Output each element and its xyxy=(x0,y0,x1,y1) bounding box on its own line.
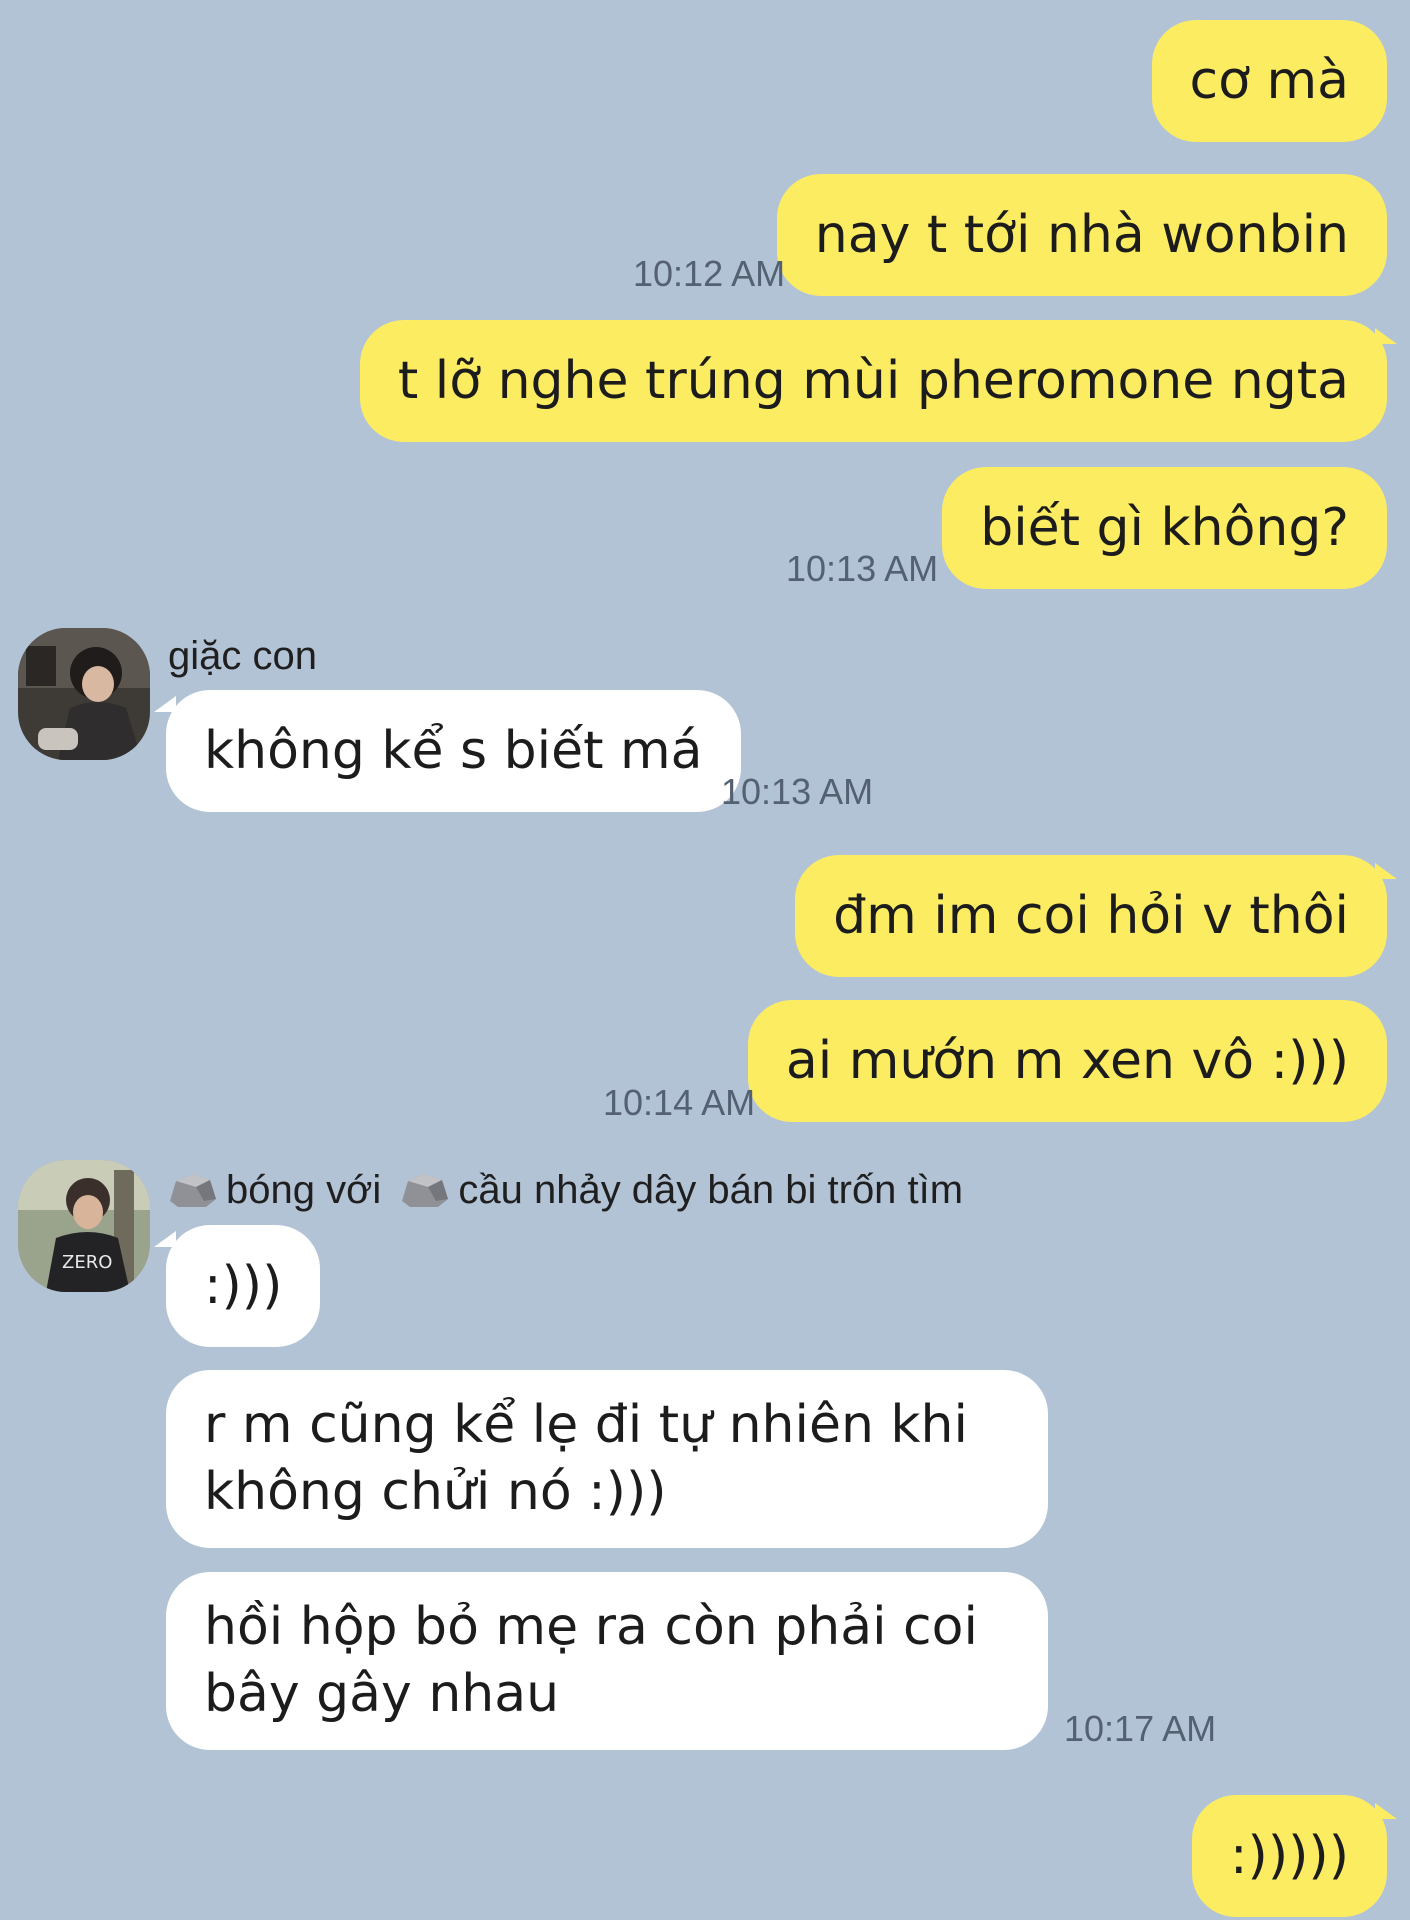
sender-name: giặc con xyxy=(168,634,317,678)
avatar[interactable]: ZERO xyxy=(18,1160,150,1292)
message-timestamp: 10:13 AM xyxy=(786,548,939,589)
message-text: đm im coi hỏi v thôi xyxy=(833,885,1349,946)
message-bubble-outgoing[interactable]: nay t tới nhà wonbin xyxy=(776,174,1387,296)
message-text: :))) xyxy=(204,1255,283,1316)
rock-icon xyxy=(398,1171,450,1219)
message-timestamp: 10:13 AM xyxy=(721,771,874,812)
message-timestamp: 10:17 AM xyxy=(1064,1708,1217,1749)
message-text: t lỡ nghe trúng mùi pheromone ngta xyxy=(397,350,1349,411)
message-timestamp: 10:14 AM xyxy=(603,1082,756,1123)
message-bubble-outgoing[interactable]: cơ mà xyxy=(1151,20,1387,142)
message-bubble-incoming[interactable]: :))) xyxy=(153,1225,321,1347)
sender-name: bóng với cầu nhảy dây bán bi trốn tìm xyxy=(166,1168,963,1219)
message-bubble-outgoing[interactable]: ai mướn m xen vô :))) xyxy=(747,1000,1387,1122)
sender-name-part: bóng với xyxy=(226,1168,382,1212)
message-timestamp: 10:12 AM xyxy=(633,253,786,294)
message-bubble-outgoing[interactable]: biết gì không? xyxy=(942,467,1387,589)
message-bubble-incoming[interactable]: r m cũng kể lẹ đi tự nhiên khi không chử… xyxy=(166,1370,1048,1548)
message-bubble-outgoing[interactable]: :))))) xyxy=(1192,1795,1397,1917)
message-bubble-outgoing[interactable]: đm im coi hỏi v thôi xyxy=(795,855,1397,977)
message-text: r m cũng kể lẹ đi tự nhiên khi không chử… xyxy=(204,1395,968,1522)
message-text: :))))) xyxy=(1230,1825,1349,1886)
avatar[interactable] xyxy=(18,628,150,760)
message-text: hồi hộp bỏ mẹ ra còn phải coi bây gây nh… xyxy=(204,1597,978,1724)
message-text: không kể s biết má xyxy=(204,720,703,781)
message-text: biết gì không? xyxy=(980,497,1349,558)
message-text: nay t tới nhà wonbin xyxy=(814,204,1349,265)
rock-icon xyxy=(166,1171,218,1219)
message-bubble-incoming[interactable]: không kể s biết má xyxy=(154,690,741,812)
sender-name-part: cầu nhảy dây bán bi trốn tìm xyxy=(458,1168,964,1212)
message-bubble-outgoing[interactable]: t lỡ nghe trúng mùi pheromone ngta xyxy=(359,320,1398,442)
message-text: cơ mà xyxy=(1189,50,1349,111)
message-bubble-incoming[interactable]: hồi hộp bỏ mẹ ra còn phải coi bây gây nh… xyxy=(166,1572,1048,1750)
svg-text:ZERO: ZERO xyxy=(62,1252,112,1273)
message-text: ai mướn m xen vô :))) xyxy=(785,1030,1349,1091)
